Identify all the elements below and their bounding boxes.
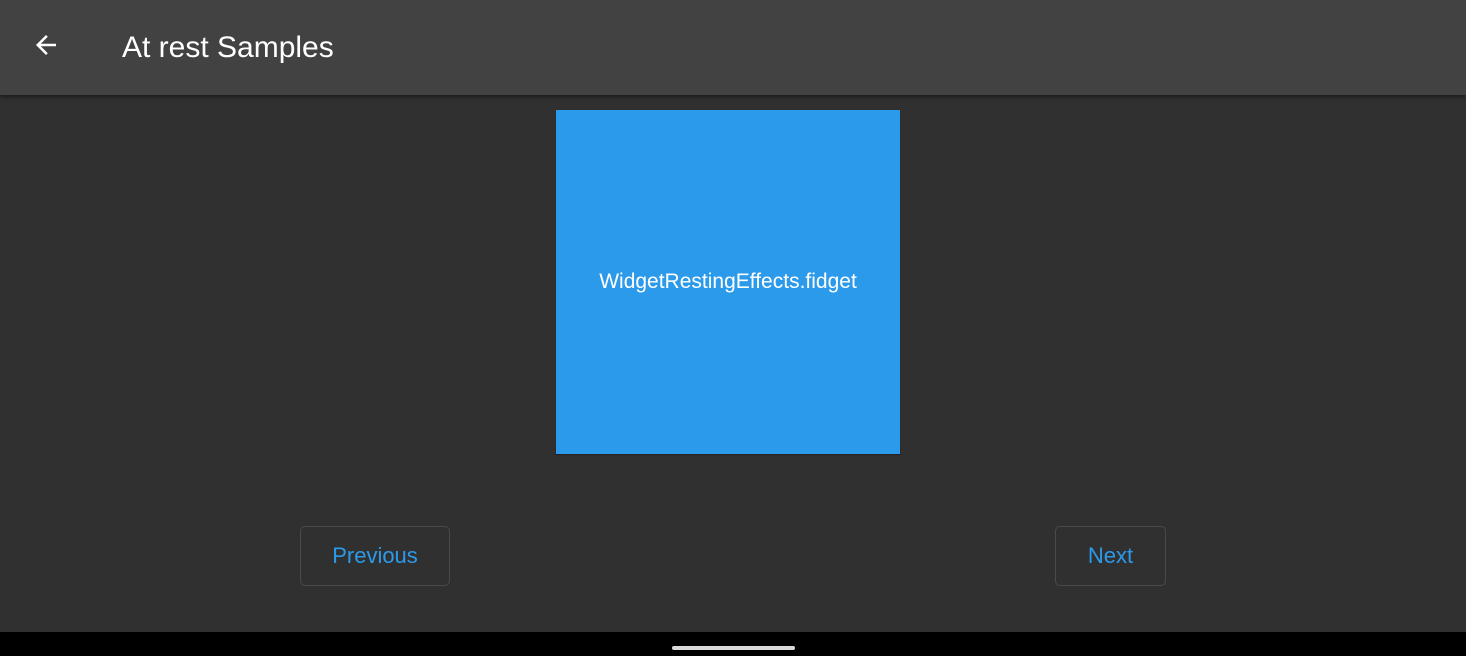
- sample-label: WidgetRestingEffects.fidget: [599, 270, 857, 293]
- back-button[interactable]: [18, 19, 74, 75]
- sample-card: WidgetRestingEffects.fidget: [556, 110, 900, 454]
- next-button[interactable]: Next: [1055, 526, 1166, 586]
- app-screen: At rest Samples WidgetRestingEffects.fid…: [0, 0, 1466, 656]
- home-gesture-handle[interactable]: [672, 646, 795, 650]
- arrow-back-icon: [31, 30, 61, 65]
- page-title: At rest Samples: [122, 31, 334, 64]
- previous-button[interactable]: Previous: [300, 526, 450, 586]
- app-bar: At rest Samples: [0, 0, 1466, 95]
- system-navigation-bar: [0, 632, 1466, 656]
